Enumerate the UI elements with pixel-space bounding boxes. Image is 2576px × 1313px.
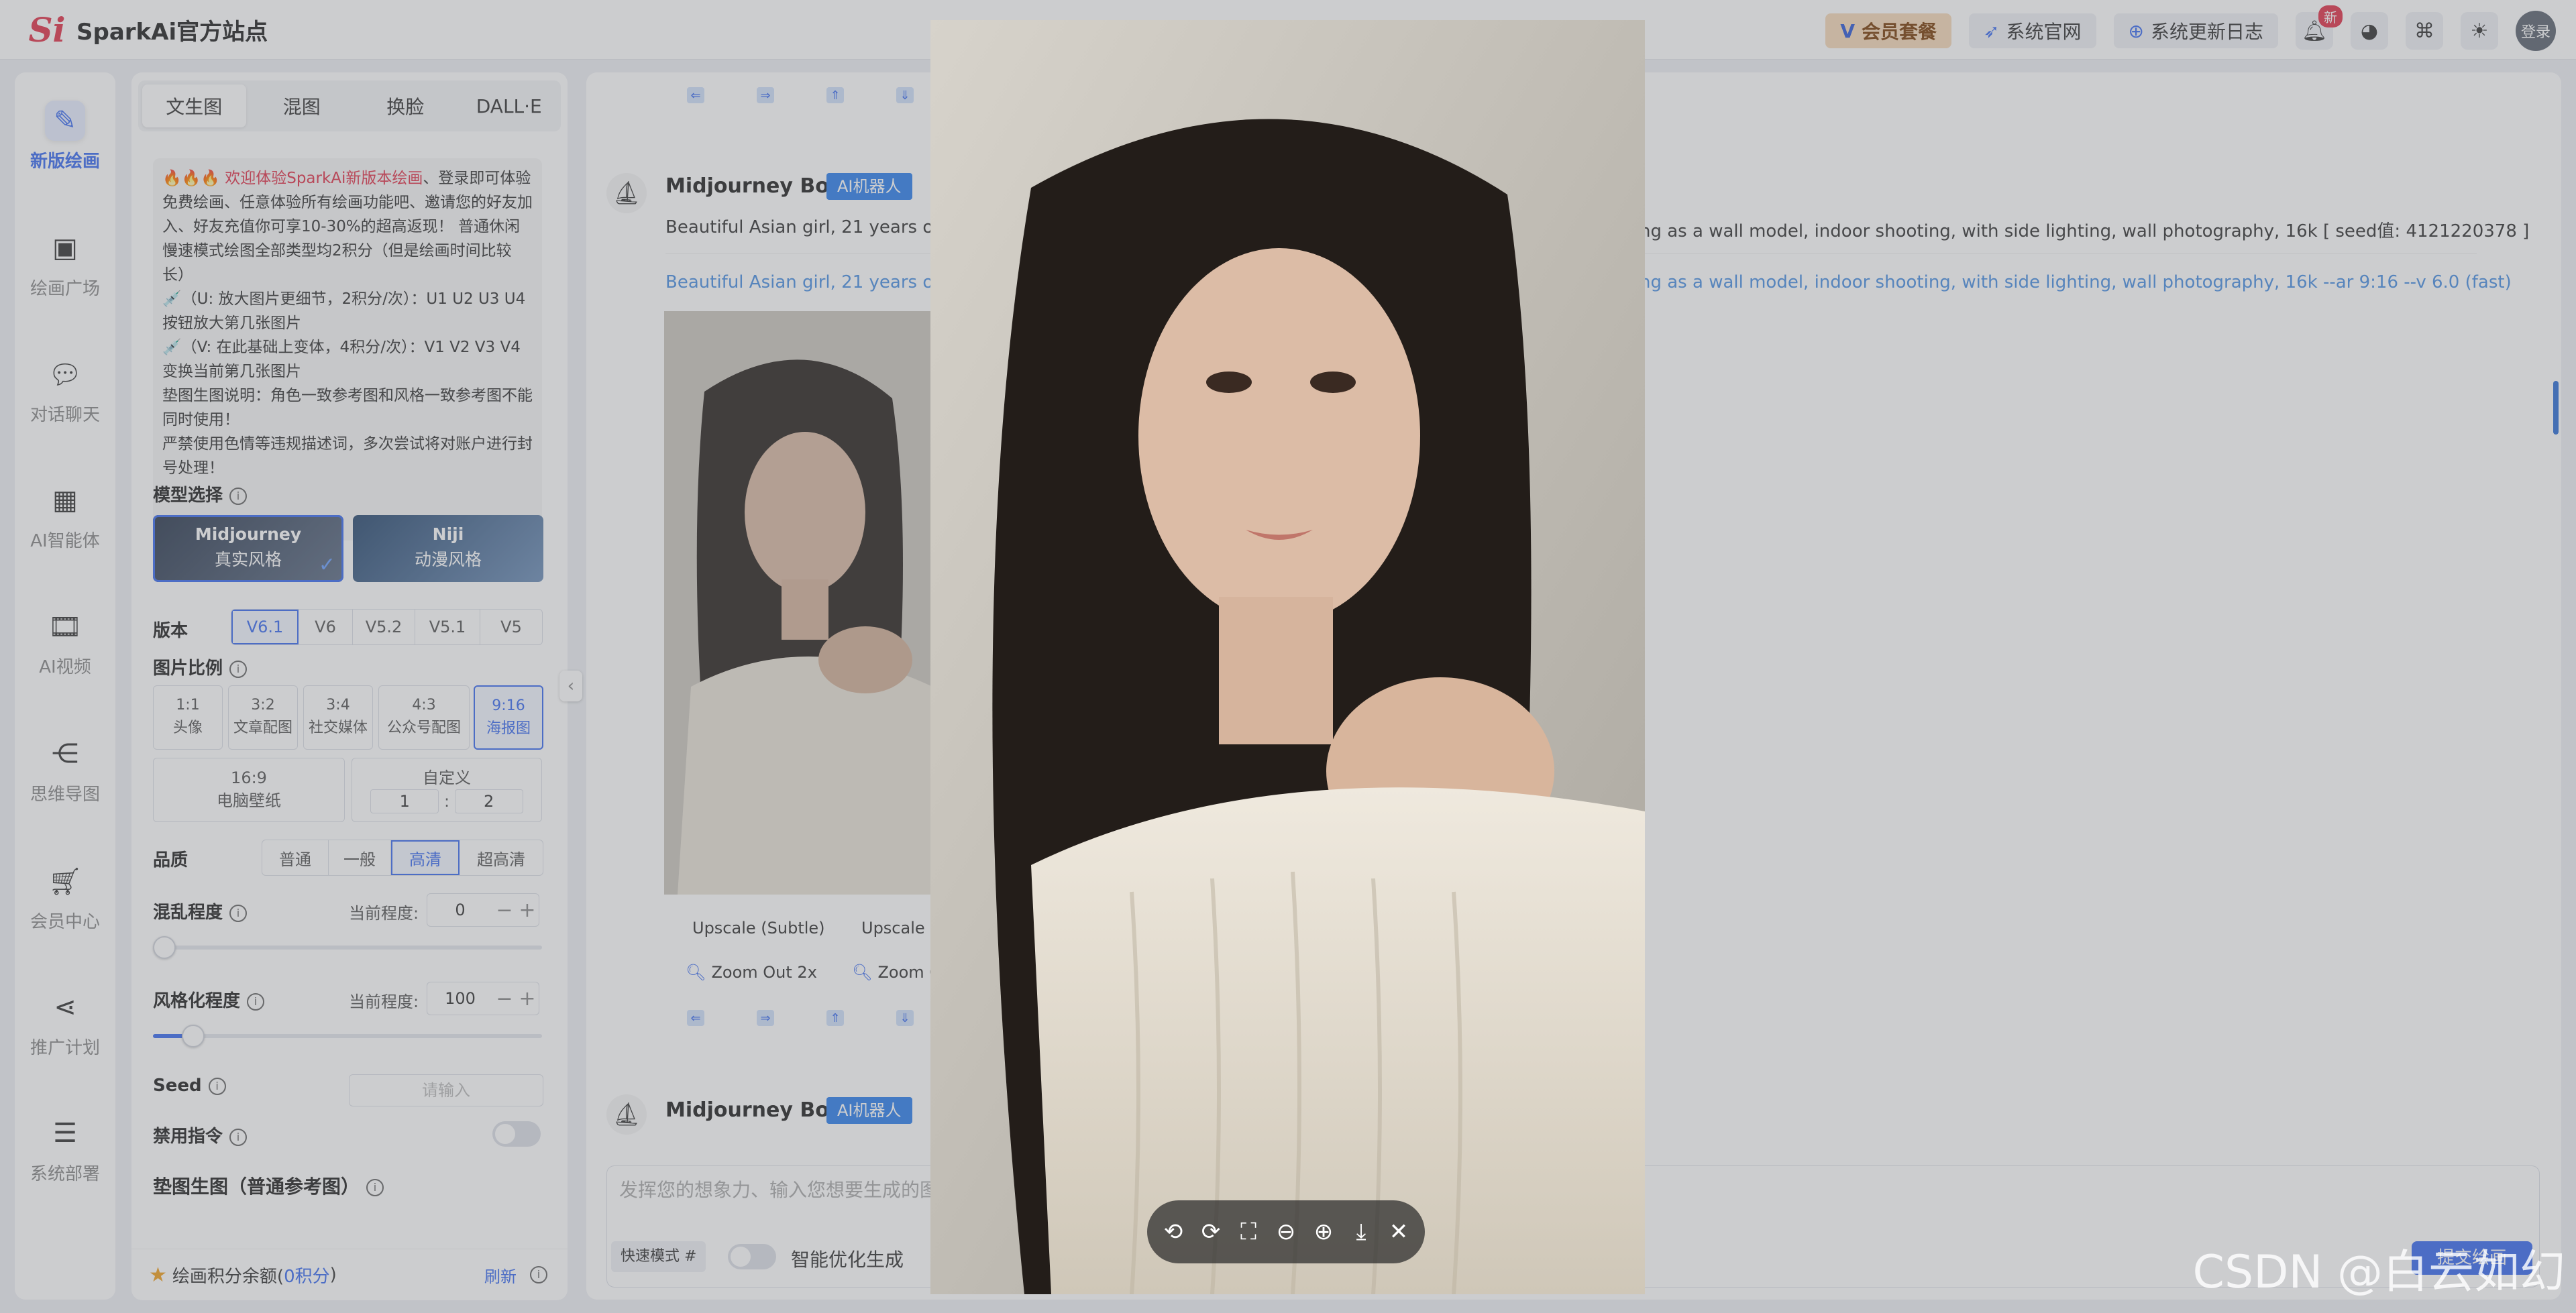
rotate-left-icon[interactable]: ⟲ <box>1160 1218 1187 1245</box>
portrait-preview-art <box>930 20 1645 1294</box>
zoom-in-icon[interactable]: ⊕ <box>1310 1218 1337 1245</box>
zoom-out-icon[interactable]: ⊖ <box>1273 1218 1299 1245</box>
download-icon[interactable]: ⤓ <box>1348 1218 1375 1245</box>
rotate-right-icon[interactable]: ⟳ <box>1197 1218 1224 1245</box>
watermark: CSDN @白云如幻 <box>2192 1246 2566 1299</box>
image-viewer-toolbar: ⟲ ⟳ ⛶ ⊖ ⊕ ⤓ ✕ <box>1147 1200 1425 1263</box>
image-preview <box>930 20 1645 1294</box>
close-icon[interactable]: ✕ <box>1385 1218 1412 1245</box>
fit-screen-icon[interactable]: ⛶ <box>1235 1218 1262 1245</box>
